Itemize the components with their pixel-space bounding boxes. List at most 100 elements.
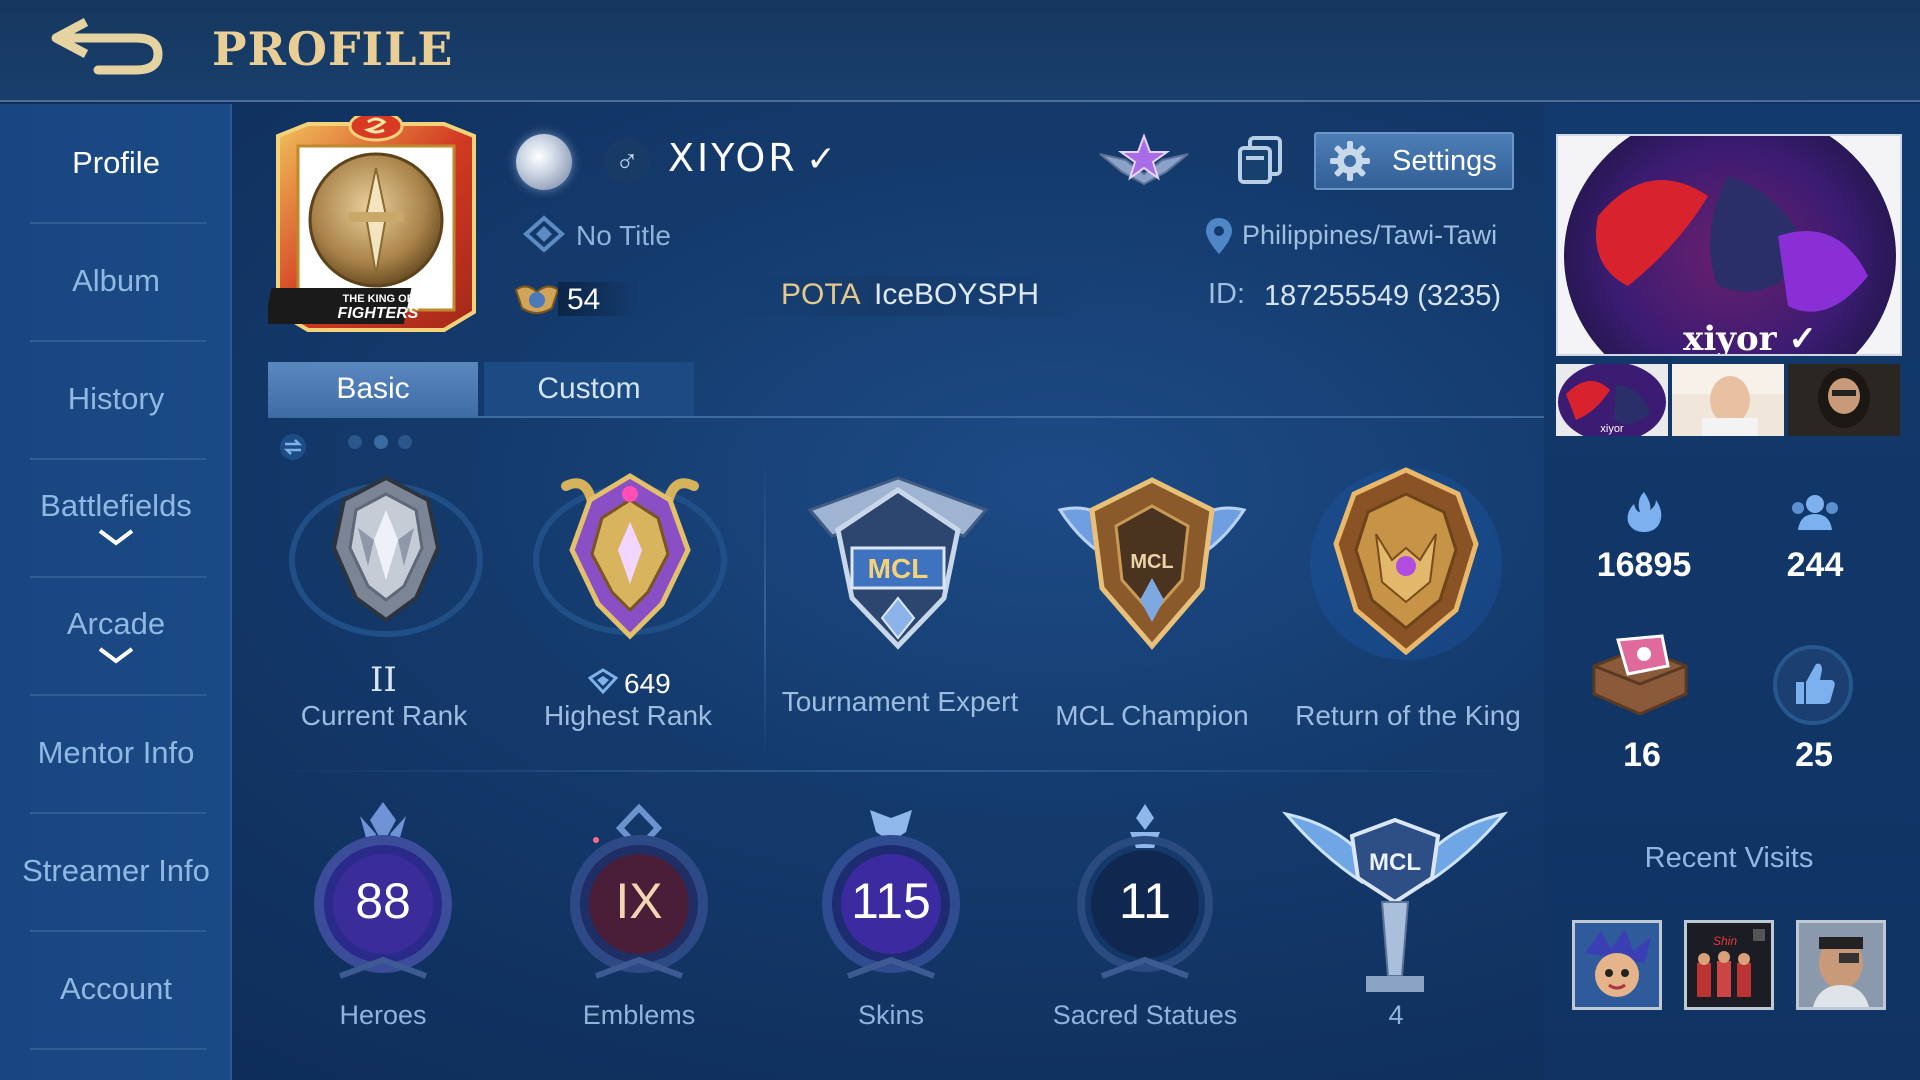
badge-label: Current Rank [300, 700, 468, 731]
sidebar-item-label: Mentor Info [37, 735, 195, 770]
page-dot-active[interactable] [374, 435, 388, 449]
cover-photo[interactable]: xiyor ✓ [1556, 134, 1902, 356]
mcl-champion-badge[interactable]: MCL [1052, 470, 1252, 666]
visitor-badge-text: Shin [1713, 934, 1737, 948]
page-dot[interactable] [398, 435, 412, 449]
sidebar-item-account[interactable]: Account [0, 930, 232, 1048]
rank-orb-icon[interactable] [516, 134, 572, 190]
recent-visitor-avatar[interactable]: Shin [1684, 920, 1774, 1010]
sidebar-item-history[interactable]: History [0, 340, 232, 458]
followers-count: 244 [1786, 546, 1844, 584]
page-title: PROFILE [212, 22, 454, 76]
badge-label: Return of the King [1295, 700, 1521, 731]
mcl-trophy-count: 4 [1388, 1000, 1404, 1030]
title-diamond-icon [522, 215, 566, 253]
badge-label: Highest Rank [543, 700, 713, 731]
player-location: Philippines/Tawi-Tawi [1242, 220, 1498, 250]
badge-label: Tournament Expert [781, 686, 1019, 717]
sidebar-item-label: Profile [72, 145, 160, 180]
thumbs-up-icon[interactable] [1770, 642, 1856, 728]
album-thumbnail[interactable] [1672, 364, 1784, 436]
player-id[interactable]: 187255549 (3235) [1264, 280, 1501, 313]
mcl-emblem-text: MCL [1369, 849, 1421, 876]
mcl-champion-icon: MCL [1057, 477, 1247, 650]
badge-label: MCL Champion [1055, 700, 1249, 731]
return-of-the-king-badge[interactable] [1306, 464, 1506, 664]
page-dot[interactable] [348, 435, 362, 449]
section-divider [268, 770, 1540, 772]
sidebar-item-label: Streamer Info [22, 853, 210, 888]
recent-visitor-avatar[interactable] [1796, 920, 1886, 1010]
skins-count: 115 [851, 873, 931, 929]
stat-label: Skins [857, 1000, 925, 1030]
player-name: XIYOR [668, 136, 798, 180]
recent-visitor-avatar[interactable] [1572, 920, 1662, 1010]
tab-label: Basic [336, 372, 410, 405]
sidebar-item-arcade[interactable]: Arcade [0, 576, 232, 694]
emblems-level: IX [615, 873, 663, 929]
avatar-frame[interactable]: THE KING OF FIGHTERS [268, 116, 484, 340]
sidebar-item-label: Battlefields [40, 488, 192, 523]
thumbnail-image [1672, 364, 1784, 436]
location-pin-icon [1206, 218, 1232, 254]
album-thumbnail[interactable] [1788, 364, 1900, 436]
cover-caption: xiyor ✓ [1683, 319, 1817, 356]
popularity-count: 16895 [1596, 546, 1692, 584]
gender-icon: ♂ [604, 138, 650, 184]
highest-rank-badge[interactable] [530, 466, 730, 646]
mythic-rank-icon [289, 475, 483, 637]
followers-icon [1792, 495, 1838, 530]
album-thumbnail[interactable]: xiyor [1556, 364, 1668, 436]
stat-label: Sacred Statues [1052, 1000, 1238, 1030]
squad-name[interactable]: IceBOYSPH [874, 278, 1039, 312]
sidebar-item-label: Arcade [66, 606, 166, 641]
gift-chest-icon[interactable] [1588, 632, 1692, 718]
tab-underline [268, 416, 1544, 418]
tab-basic[interactable]: Basic [268, 362, 478, 416]
recent-visits-title: Recent Visits [1644, 842, 1814, 874]
stat-label: Emblems [582, 1000, 696, 1030]
mcl-tournament-icon: MCL [807, 476, 989, 650]
thumbnail-image [1788, 364, 1900, 436]
gear-icon [1330, 141, 1370, 181]
sidebar-item-streamer-info[interactable]: Streamer Info [0, 812, 232, 930]
sidebar-item-mentor-info[interactable]: Mentor Info [0, 694, 232, 812]
star-rank-icon[interactable] [1096, 132, 1192, 188]
tab-custom[interactable]: Custom [484, 362, 694, 416]
avatar-frame-text-line1: THE KING OF [343, 293, 414, 305]
sacred-statues-count: 11 [1119, 873, 1171, 929]
visitor-image [1799, 923, 1883, 1007]
flame-icon [1627, 492, 1662, 532]
sidebar-item-album[interactable]: Album [0, 222, 232, 340]
king-crest-icon [1310, 467, 1502, 660]
highest-rank-stars: 649 [624, 668, 671, 699]
sidebar-item-label: History [67, 381, 165, 416]
stat-label: Heroes [339, 1000, 427, 1030]
back-arrow-icon[interactable] [48, 14, 166, 78]
chevron-down-icon [98, 529, 134, 546]
sidebar-item-profile[interactable]: Profile [0, 104, 232, 222]
avatar-frame-text-line2: FIGHTERS [338, 305, 419, 322]
settings-button[interactable]: Settings [1314, 132, 1514, 190]
current-rank-badge[interactable] [286, 470, 486, 640]
mcl-trophy-emblem[interactable]: MCL [1282, 806, 1508, 998]
squad-tag: POTA [781, 278, 861, 311]
visitor-image [1575, 923, 1659, 1007]
rank-tier: II [370, 660, 397, 700]
likes-count: 25 [1795, 736, 1833, 774]
tournament-expert-badge[interactable]: MCL [798, 470, 998, 666]
star-diamond-icon [588, 668, 618, 694]
tab-label: Custom [537, 372, 641, 405]
sidebar-item-label: Album [72, 263, 160, 298]
sidebar: Profile Album History Battlefields Arcad… [0, 104, 232, 1080]
mythical-glory-icon [533, 473, 727, 640]
swap-icon[interactable] [278, 432, 308, 462]
level-badge-icon [514, 285, 560, 314]
player-level: 54 [567, 283, 601, 316]
chevron-down-icon [98, 647, 134, 664]
settings-label: Settings [1392, 144, 1497, 177]
sidebar-item-battlefields[interactable]: Battlefields [0, 458, 232, 576]
id-label: ID: [1208, 278, 1246, 310]
sidebar-divider [30, 1048, 206, 1050]
copy-icon[interactable] [1236, 134, 1284, 186]
